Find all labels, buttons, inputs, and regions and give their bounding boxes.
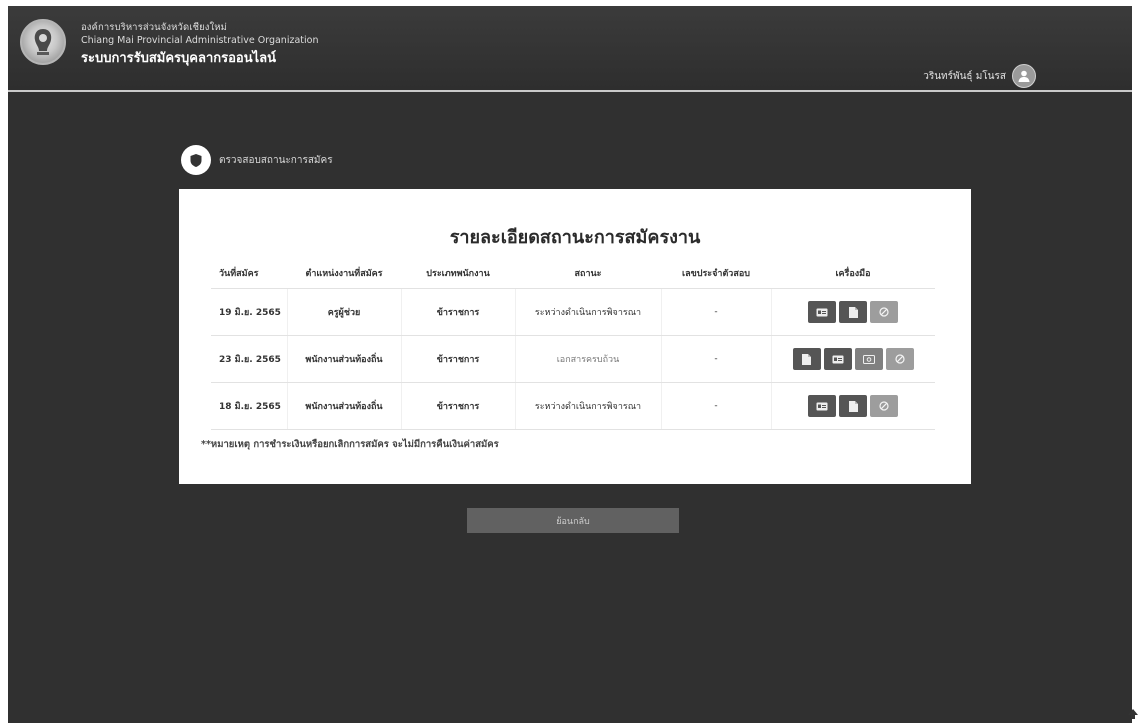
document-icon [848,306,858,318]
cell-type: ข้าราชการ [401,288,516,336]
user-menu[interactable]: วรินทร์พันธุ์ มโนรส [923,64,1036,88]
scroll-to-top-icon[interactable] [1126,707,1140,721]
view-document-button[interactable] [839,395,868,417]
top-header: องค์การบริหารส่วนจังหวัดเชียงใหม่ Chiang… [8,6,1132,92]
refund-note: **หมายเหตุ การชำระเงินหรือยกเลิกการสมัคร… [201,439,499,450]
column-header-position: ตำแหน่งงานที่สมัคร [287,257,401,289]
user-name[interactable]: วรินทร์พันธุ์ มโนรส [923,69,1006,84]
cell-status: เอกสารครบถ้วน [515,335,662,383]
app-screen: องค์การบริหารส่วนจังหวัดเชียงใหม่ Chiang… [8,6,1132,723]
organization-logo [20,19,66,65]
id-card-icon [816,402,828,410]
cell-exam-id: - [661,382,772,430]
cell-position: พนักงานส่วนท้องถิ่น [287,335,402,383]
table-row: 19 มิ.ย. 2565 ครูผู้ช่วย ข้าราชการ ระหว่… [211,288,935,336]
cell-date: 23 มิ.ย. 2565 [211,335,288,383]
column-header-status: สถานะ [515,257,661,289]
organization-name-thai: องค์การบริหารส่วนจังหวัดเชียงใหม่ [81,22,227,33]
cell-status: ระหว่างดำเนินการพิจารณา [515,382,662,430]
view-document-button[interactable] [839,301,868,323]
cancel-icon [879,401,889,411]
cell-tools [771,288,935,336]
view-id-card-button[interactable] [808,395,837,417]
cancel-icon [895,354,905,364]
cell-tools [771,335,935,383]
cell-position: พนักงานส่วนท้องถิ่น [287,382,402,430]
user-avatar-icon[interactable] [1012,64,1036,88]
app-title: ระบบการรับสมัครบุคลากรออนไลน์ [81,51,276,66]
cell-date: 18 มิ.ย. 2565 [211,382,288,430]
cell-date: 19 มิ.ย. 2565 [211,288,288,336]
application-status-table: วันที่สมัคร ตำแหน่งงานที่สมัคร ประเภทพนั… [211,257,935,430]
card-title: รายละเอียดสถานะการสมัครงาน [449,227,701,248]
id-card-icon [816,308,828,316]
table-header-row: วันที่สมัคร ตำแหน่งงานที่สมัคร ประเภทพนั… [211,257,935,289]
cancel-application-button[interactable] [885,348,914,370]
tool-group [773,348,935,370]
cell-status: ระหว่างดำเนินการพิจารณา [515,288,662,336]
view-id-card-button[interactable] [823,348,852,370]
cell-exam-id: - [661,288,772,336]
cell-exam-id: - [661,335,772,383]
tool-group [773,395,935,417]
column-header-type: ประเภทพนักงาน [401,257,515,289]
payment-icon [862,354,875,364]
shield-icon [181,145,211,175]
document-icon [802,353,812,365]
view-id-card-button[interactable] [808,301,837,323]
cell-position: ครูผู้ช่วย [287,288,402,336]
section-label: ตรวจสอบสถานะการสมัคร [219,154,333,166]
column-header-tools: เครื่องมือ [771,257,935,289]
column-header-date: วันที่สมัคร [211,257,287,289]
id-card-icon [832,355,844,363]
document-icon [848,400,858,412]
cell-type: ข้าราชการ [401,382,516,430]
back-button[interactable]: ย้อนกลับ [467,508,679,533]
cancel-application-button[interactable] [870,395,899,417]
section-heading: ตรวจสอบสถานะการสมัคร [181,145,333,175]
tool-group [773,301,935,323]
table-row: 18 มิ.ย. 2565 พนักงานส่วนท้องถิ่น ข้าราช… [211,382,935,430]
cell-tools [771,382,935,430]
status-card: รายละเอียดสถานะการสมัครงาน วันที่สมัคร ต… [179,189,971,484]
cancel-icon [879,307,889,317]
organization-name-english: Chiang Mai Provincial Administrative Org… [81,35,319,46]
column-header-exam-id: เลขประจำตัวสอบ [661,257,771,289]
cancel-application-button[interactable] [870,301,899,323]
table-row: 23 มิ.ย. 2565 พนักงานส่วนท้องถิ่น ข้าราช… [211,335,935,383]
cell-type: ข้าราชการ [401,335,516,383]
view-document-button[interactable] [792,348,821,370]
payment-button[interactable] [854,348,883,370]
